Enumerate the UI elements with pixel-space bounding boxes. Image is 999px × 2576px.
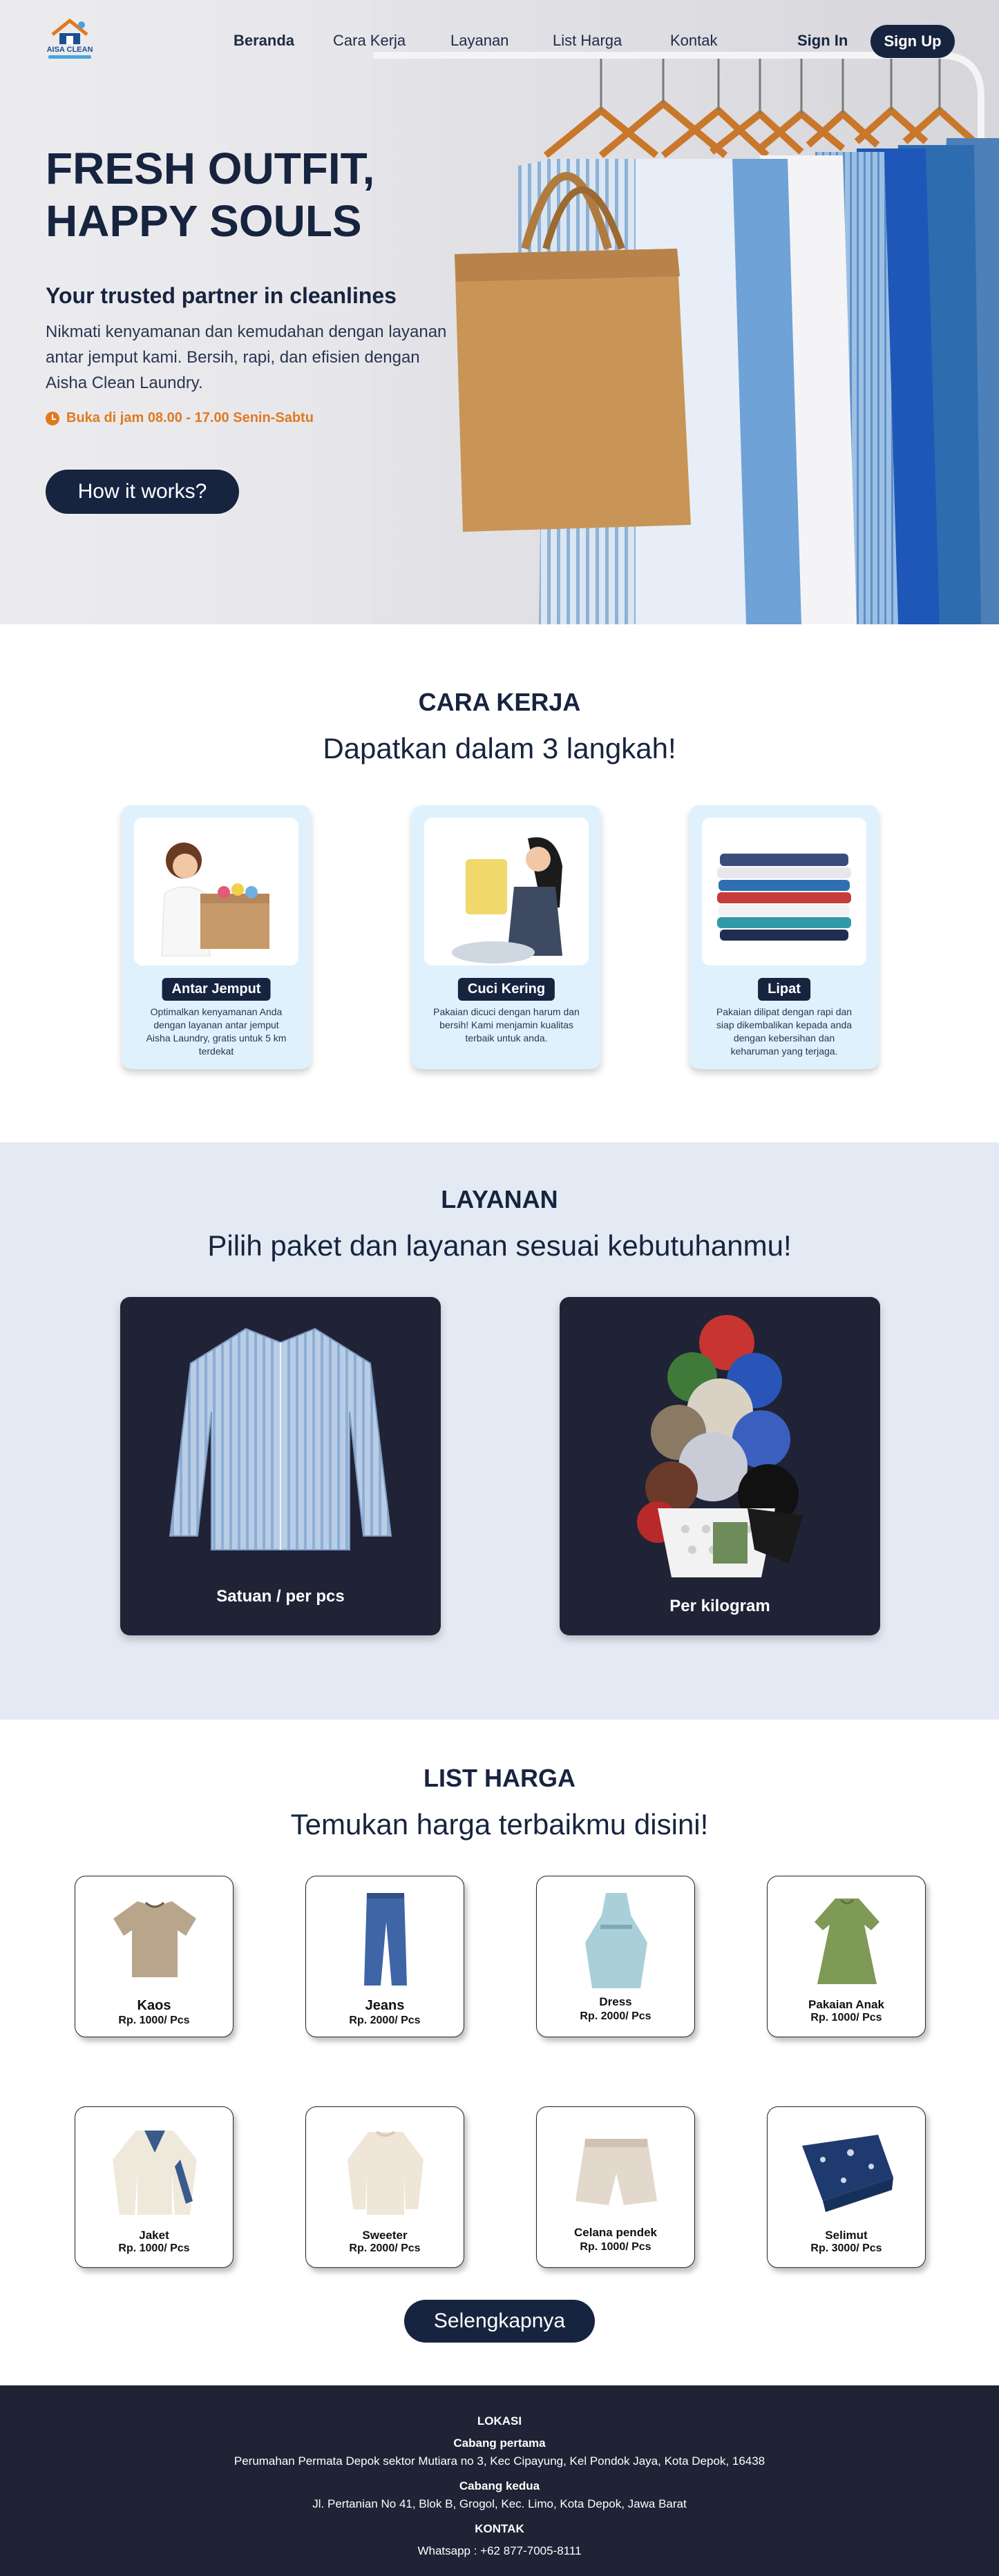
price-item-price: Rp. 1000/ Pcs: [810, 2012, 882, 2024]
price-card-jeans[interactable]: Jeans Rp. 2000/ Pcs: [305, 1876, 464, 2037]
step-label-lipat: Lipat: [758, 978, 810, 1001]
step-image-folded-clothes: [702, 818, 866, 965]
footer-branch2-address: Jl. Pertanian No 41, Blok B, Grogol, Kec…: [312, 2497, 687, 2510]
footer-branch1-address: Perumahan Permata Depok sektor Mutiara n…: [234, 2454, 765, 2468]
price-item-name: Celana pendek: [574, 2226, 657, 2239]
step-image-washing: [424, 818, 589, 965]
step-image-delivery: [134, 818, 298, 965]
service-card-kilogram[interactable]: Per kilogram: [560, 1297, 880, 1635]
hero-title-line2: HAPPY SOULS: [46, 196, 362, 246]
hero-subtitle: Your trusted partner in cleanlines: [46, 283, 397, 308]
cara-kerja-subtitle: Dapatkan dalam 3 langkah!: [323, 732, 676, 765]
price-item-name: Jaket: [139, 2229, 169, 2242]
price-card-jaket[interactable]: Jaket Rp. 1000/ Pcs: [75, 2106, 234, 2268]
step-label-antar-jemput: Antar Jemput: [162, 978, 271, 1001]
step-card-cuci-kering[interactable]: Cuci Kering Pakaian dicuci dengan harum …: [412, 805, 601, 1069]
step-label-cuci-kering: Cuci Kering: [457, 978, 555, 1001]
price-item-price: Rp. 2000/ Pcs: [349, 2015, 421, 2026]
step-card-antar-jemput[interactable]: Antar Jemput Optimalkan kenyamanan Anda …: [122, 805, 311, 1069]
sign-in-link[interactable]: Sign In: [797, 32, 848, 50]
price-item-name: Dress: [599, 1995, 632, 2008]
services-row: Satuan / per pcs Per kilogram: [0, 1297, 999, 1642]
price-item-price: Rp. 1000/ Pcs: [118, 2015, 190, 2026]
hero-section: AISA CLEAN Beranda Cara Kerja Layanan Li…: [0, 0, 999, 624]
layanan-title: LAYANAN: [441, 1185, 558, 1213]
nav-list-harga[interactable]: List Harga: [553, 32, 622, 50]
jeans-icon: [364, 1893, 407, 1986]
price-card-dress[interactable]: Dress Rp. 2000/ Pcs: [536, 1876, 695, 2037]
price-grid: Kaos Rp. 1000/ Pcs Jeans Rp. 2000/ Pcs D…: [0, 1876, 999, 2345]
blanket-icon: [802, 2135, 893, 2212]
price-item-price: Rp. 2000/ Pcs: [349, 2242, 421, 2254]
brand-logo[interactable]: AISA CLEAN: [46, 17, 94, 64]
price-item-name: Selimut: [825, 2229, 868, 2242]
price-item-name: Sweeter: [362, 2229, 408, 2242]
price-card-selimut[interactable]: Selimut Rp. 3000/ Pcs: [767, 2106, 926, 2268]
price-item-name: Kaos: [137, 1998, 171, 2013]
footer-whatsapp[interactable]: Whatsapp : +62 877-7005-8111: [0, 2544, 999, 2558]
nav-kontak[interactable]: Kontak: [670, 32, 718, 50]
layanan-subtitle: Pilih paket dan layanan sesuai kebutuhan…: [207, 1229, 792, 1262]
price-item-price: Rp. 1000/ Pcs: [118, 2242, 190, 2254]
opening-hours: Buka di jam 08.00 - 17.00 Senin-Sabtu: [46, 410, 314, 426]
steps-row: Antar Jemput Optimalkan kenyamanan Anda …: [0, 805, 999, 1095]
sign-up-button[interactable]: Sign Up: [870, 25, 955, 58]
jacket-icon: [113, 2131, 197, 2215]
price-card-sweeter[interactable]: Sweeter Rp. 2000/ Pcs: [305, 2106, 464, 2268]
cara-kerja-title: CARA KERJA: [418, 688, 581, 716]
layanan-section: LAYANAN Pilih paket dan layanan sesuai k…: [0, 1142, 999, 1720]
price-item-price: Rp. 1000/ Pcs: [580, 2241, 651, 2253]
hero-description: Nikmati kenyamanan dan kemudahan dengan …: [46, 323, 447, 392]
list-harga-section: LIST HARGA Temukan harga terbaikmu disin…: [0, 1720, 999, 2385]
kids-dress-icon: [815, 1899, 879, 1984]
price-card-pakaian-anak[interactable]: Pakaian Anak Rp. 1000/ Pcs: [767, 1876, 926, 2037]
footer-branch2-title: Cabang kedua: [459, 2479, 540, 2492]
service-label-kilogram: Per kilogram: [669, 1597, 770, 1615]
step-desc-antar-jemput: Optimalkan kenyamanan Anda dengan layana…: [146, 1006, 287, 1057]
opening-hours-text: Buka di jam 08.00 - 17.00 Senin-Sabtu: [66, 410, 314, 425]
hero-title: FRESH OUTFIT, HAPPY SOULS: [46, 142, 474, 247]
list-harga-title: LIST HARGA: [424, 1764, 575, 1792]
nav-cara-kerja[interactable]: Cara Kerja: [333, 32, 406, 50]
price-card-celana-pendek[interactable]: Celana pendek Rp. 1000/ Pcs: [536, 2106, 695, 2268]
logo-house-icon: [51, 18, 88, 44]
price-item-price: Rp. 2000/ Pcs: [580, 2010, 651, 2022]
footer-branch1-title: Cabang pertama: [453, 2436, 546, 2450]
tshirt-icon: [113, 1901, 196, 1977]
how-it-works-button[interactable]: How it works?: [46, 470, 239, 514]
sweater-icon: [348, 2131, 424, 2215]
footer: LOKASI Cabang pertama Perumahan Permata …: [0, 2385, 999, 2576]
price-card-kaos[interactable]: Kaos Rp. 1000/ Pcs: [75, 1876, 234, 2037]
shorts-icon: [575, 2139, 657, 2205]
shirt-image: [169, 1327, 392, 1550]
hero-clothes-rack-image: [373, 0, 999, 624]
top-navbar: AISA CLEAN Beranda Cara Kerja Layanan Li…: [0, 0, 999, 83]
selengkapnya-button[interactable]: Selengkapnya: [404, 2300, 595, 2343]
step-desc-lipat: Pakaian dilipat dengan rapi dan siap dik…: [716, 1006, 853, 1057]
list-harga-subtitle: Temukan harga terbaikmu disini!: [290, 1808, 709, 1840]
hero-title-line1: FRESH OUTFIT,: [46, 144, 375, 193]
price-item-name: Pakaian Anak: [808, 1998, 884, 2011]
nav-layanan[interactable]: Layanan: [450, 32, 508, 50]
price-item-name: Jeans: [365, 1998, 405, 2013]
service-label-satuan: Satuan / per pcs: [216, 1587, 345, 1606]
step-card-lipat[interactable]: Lipat Pakaian dilipat dengan rapi dan si…: [689, 805, 879, 1069]
dress-icon: [585, 1893, 647, 1988]
logo-text: AISA CLEAN: [46, 46, 93, 54]
nav-beranda[interactable]: Beranda: [234, 32, 294, 50]
cara-kerja-section: CARA KERJA Dapatkan dalam 3 langkah! Ant…: [0, 624, 999, 1142]
footer-lokasi-title: LOKASI: [477, 2414, 522, 2428]
service-card-satuan[interactable]: Satuan / per pcs: [120, 1297, 441, 1635]
logo-underline: [48, 55, 91, 59]
laundry-basket-image: [637, 1315, 803, 1577]
footer-kontak-title: KONTAK: [475, 2522, 524, 2535]
price-item-price: Rp. 3000/ Pcs: [810, 2242, 882, 2254]
step-desc-cuci-kering: Pakaian dicuci dengan harum dan bersih! …: [433, 1006, 580, 1044]
clock-icon: [46, 411, 59, 425]
